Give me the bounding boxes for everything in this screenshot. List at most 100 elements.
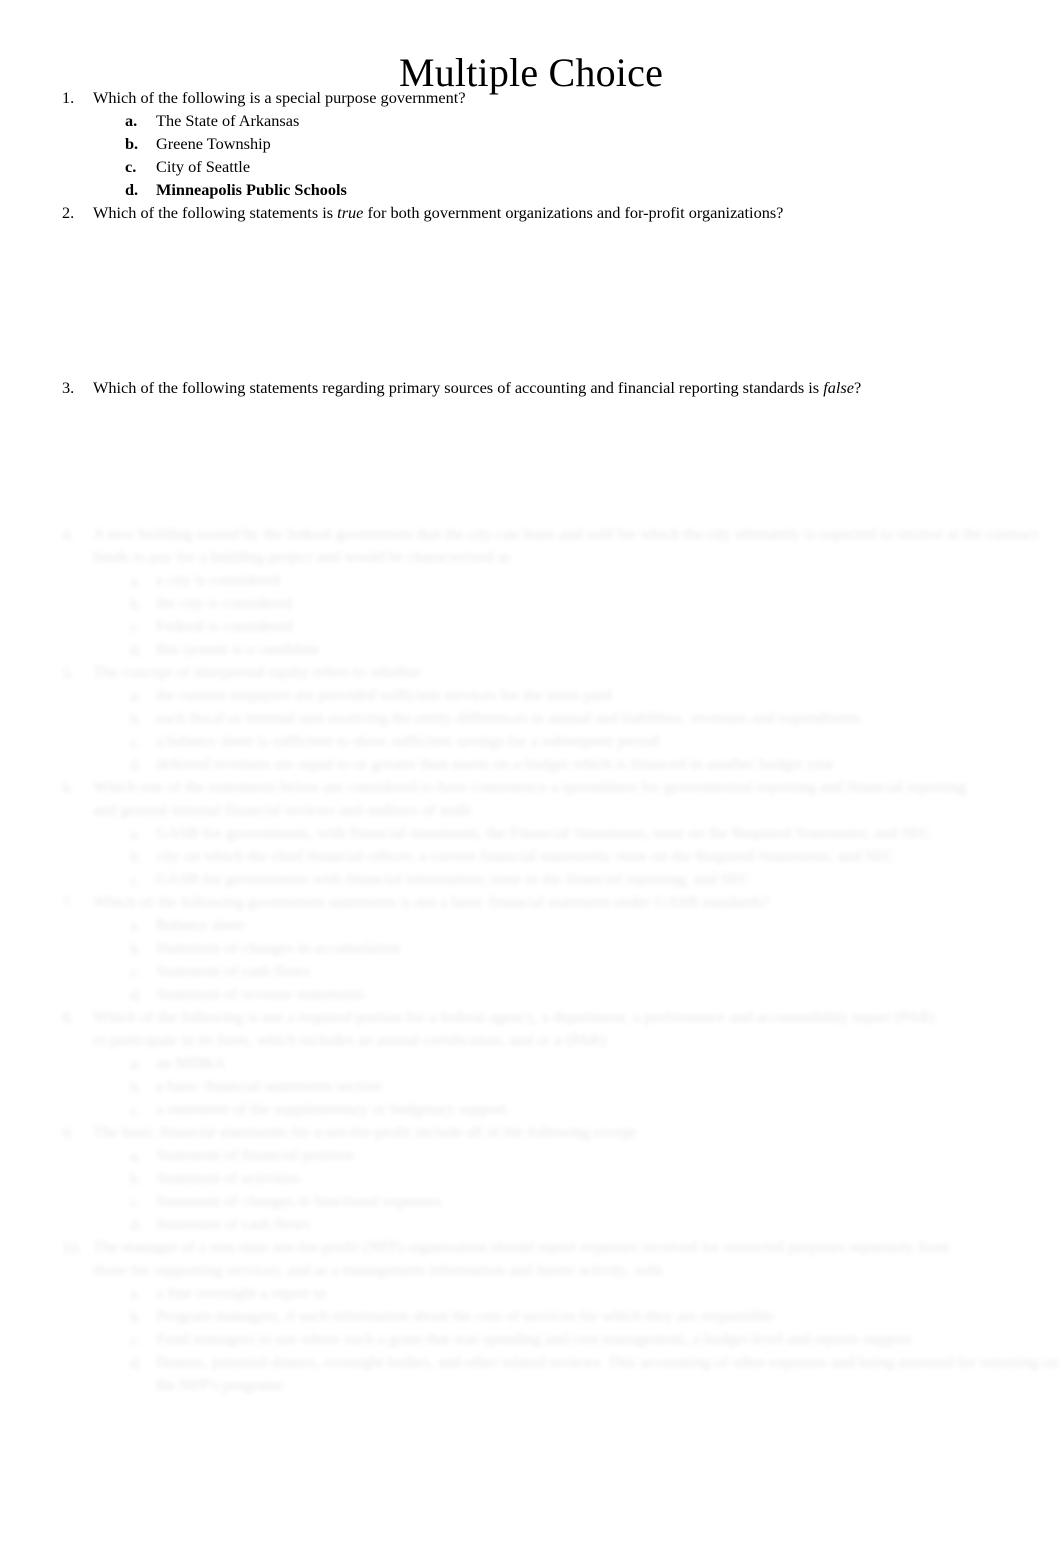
question-number: 6.	[62, 778, 75, 797]
option-item[interactable]: d. deferred revenues are equal to or grea…	[0, 754, 1062, 777]
question-line: 9. The basic financial statements for a …	[0, 1122, 1062, 1145]
option-item[interactable]: b. Statement of activities	[0, 1168, 1062, 1191]
question-text-before: Which of the following statements is	[93, 203, 338, 222]
option-text: GASB for governments, with financial sta…	[156, 825, 932, 842]
option-letter: c.	[130, 962, 142, 981]
option-letter: b.	[130, 1077, 143, 1096]
option-letter: c.	[130, 870, 142, 889]
option-item[interactable]: b. each fiscal or internal unit receiving…	[0, 708, 1062, 731]
option-letter: c.	[125, 157, 137, 176]
option-item[interactable]: a. Statement of financial position	[0, 1145, 1062, 1168]
option-item[interactable]: d. Statement of revenue statements	[0, 984, 1062, 1007]
option-text: Minneapolis Public Schools	[156, 180, 347, 199]
option-item[interactable]: a. a city is considered	[0, 570, 1062, 593]
option-item[interactable]: c. Federal is considered	[0, 616, 1062, 639]
question-number: 9.	[62, 1123, 75, 1142]
option-letter: a.	[130, 1146, 142, 1165]
option-item[interactable]: b. the city is considered	[0, 593, 1062, 616]
option-item[interactable]: c. City of Seattle	[0, 155, 1062, 178]
option-text: Statement of revenue statements	[156, 986, 365, 1003]
option-letter: c.	[130, 617, 142, 636]
question-item: 3. Which of the following statements reg…	[0, 376, 1062, 551]
answer-area-blank	[0, 224, 1062, 376]
option-letter: c.	[130, 1192, 142, 1211]
option-item-selected-answer[interactable]: d. Minneapolis Public Schools	[0, 178, 1062, 201]
option-item[interactable]: c. GASB for governments with financial in…	[0, 869, 1062, 892]
question-emphasis: false	[823, 378, 854, 397]
option-item[interactable]: a. the current taxpayers are provided suf…	[0, 685, 1062, 708]
question-text-before: Which of the following statements regard…	[93, 378, 824, 397]
option-item[interactable]: a. an MD&A	[0, 1053, 1062, 1076]
option-letter: b.	[125, 134, 139, 153]
option-letter: b.	[130, 709, 143, 728]
option-letter: d.	[125, 180, 139, 199]
option-text: Statement of cash flows	[156, 963, 311, 980]
option-letter: c.	[130, 1100, 142, 1119]
question-number: 7.	[62, 893, 75, 912]
question-number: 1.	[62, 88, 75, 107]
option-item[interactable]: a. GASB for governments, with financial s…	[0, 823, 1062, 846]
option-item[interactable]: b. city on which the chief financial offi…	[0, 846, 1062, 869]
option-list: a. a city is considered b. the city is con…	[0, 570, 1062, 662]
option-letter: a.	[130, 1284, 142, 1303]
option-text: Fund managers to use where such a grant …	[156, 1331, 912, 1348]
option-item[interactable]: b. Statement of changes in accumulation	[0, 938, 1062, 961]
question-text: The basic financial statements for a not…	[93, 1124, 637, 1141]
obscured-question-block: 4. A new building owned by the federal g…	[0, 524, 1062, 1397]
option-letter: a.	[130, 571, 142, 590]
option-item[interactable]: c. a balance sheet is sufficient to show …	[0, 731, 1062, 754]
option-item[interactable]: a. Balance sheet	[0, 915, 1062, 938]
question-number: 3.	[62, 378, 75, 397]
option-item[interactable]: d. Donors, potential donors, oversight bo…	[0, 1352, 1062, 1397]
option-text: Statement of financial position	[156, 1147, 354, 1164]
option-text: a fine oversight a report to	[156, 1285, 327, 1302]
option-text: an MD&A	[156, 1055, 226, 1072]
option-list: a. the current taxpayers are provided suf…	[0, 685, 1062, 777]
question-number: 5.	[62, 663, 75, 682]
question-text: The concept of interperiod equity refers…	[93, 664, 422, 681]
option-letter: b.	[130, 939, 143, 958]
question-item-obscured: 6. Which one of the statements below are…	[0, 777, 1062, 892]
option-item[interactable]: a. a fine oversight a report to	[0, 1283, 1062, 1306]
question-line-continued: those for supporting services; and as a …	[93, 1262, 663, 1279]
option-item[interactable]: c. a statement of the supplementary or bu…	[0, 1099, 1062, 1122]
option-item[interactable]: c. Statement of changes in functional exp…	[0, 1191, 1062, 1214]
question-number: 8.	[62, 1008, 75, 1027]
option-text: Donors, potential donors, oversight bodi…	[156, 1354, 1059, 1394]
option-letter: a.	[130, 686, 142, 705]
question-text: Which of the following government statem…	[93, 894, 770, 911]
option-item[interactable]: a. The State of Arkansas	[0, 109, 1062, 132]
option-item[interactable]: b. Program managers, if such information …	[0, 1306, 1062, 1329]
option-letter: d.	[130, 985, 143, 1004]
option-item[interactable]: b. Greene Township	[0, 132, 1062, 155]
option-item[interactable]: d. this system is a candidate	[0, 639, 1062, 662]
question-line: 5. The concept of interperiod equity ref…	[0, 662, 1062, 685]
question-item-obscured: 8. Which of the following is not a requi…	[0, 1007, 1062, 1122]
question-line-continued: and general internal financial reviews a…	[93, 802, 472, 819]
option-text: city on which the chief financial office…	[156, 848, 895, 865]
question-number: 2.	[62, 203, 75, 222]
option-item[interactable]: b. a basic financial statements section	[0, 1076, 1062, 1099]
question-list: 1. Which of the following is a special p…	[0, 86, 1062, 551]
option-item[interactable]: c. Statement of cash flows	[0, 961, 1062, 984]
option-text: the city is considered	[156, 595, 293, 612]
option-text: City of Seattle	[156, 157, 251, 176]
option-list: a. an MD&A b. a basic financial statements…	[0, 1053, 1062, 1122]
question-line: 2. Which of the following statements is …	[0, 201, 1062, 224]
option-item[interactable]: d. Statement of cash flows	[0, 1214, 1062, 1237]
question-item: 1. Which of the following is a special p…	[0, 86, 1062, 201]
option-list: a. Statement of financial position b. Stat…	[0, 1145, 1062, 1237]
option-text: a city is considered	[156, 572, 280, 589]
option-text: a balance sheet is sufficient to show su…	[156, 733, 659, 750]
document-page: Multiple Choice 1. Which of the followin…	[0, 0, 1062, 1556]
option-letter: c.	[130, 1330, 142, 1349]
question-line: 3. Which of the following statements reg…	[0, 376, 1062, 399]
question-item-obscured: 5. The concept of interperiod equity ref…	[0, 662, 1062, 777]
option-text: Greene Township	[156, 134, 271, 153]
option-item[interactable]: c. Fund managers to use where such a gran…	[0, 1329, 1062, 1352]
question-text: Which of the following statements is tru…	[93, 203, 783, 222]
option-letter: d.	[130, 755, 143, 774]
option-letter: b.	[130, 1169, 143, 1188]
option-letter: a.	[130, 824, 142, 843]
option-text: the current taxpayers are provided suffi…	[156, 687, 612, 704]
